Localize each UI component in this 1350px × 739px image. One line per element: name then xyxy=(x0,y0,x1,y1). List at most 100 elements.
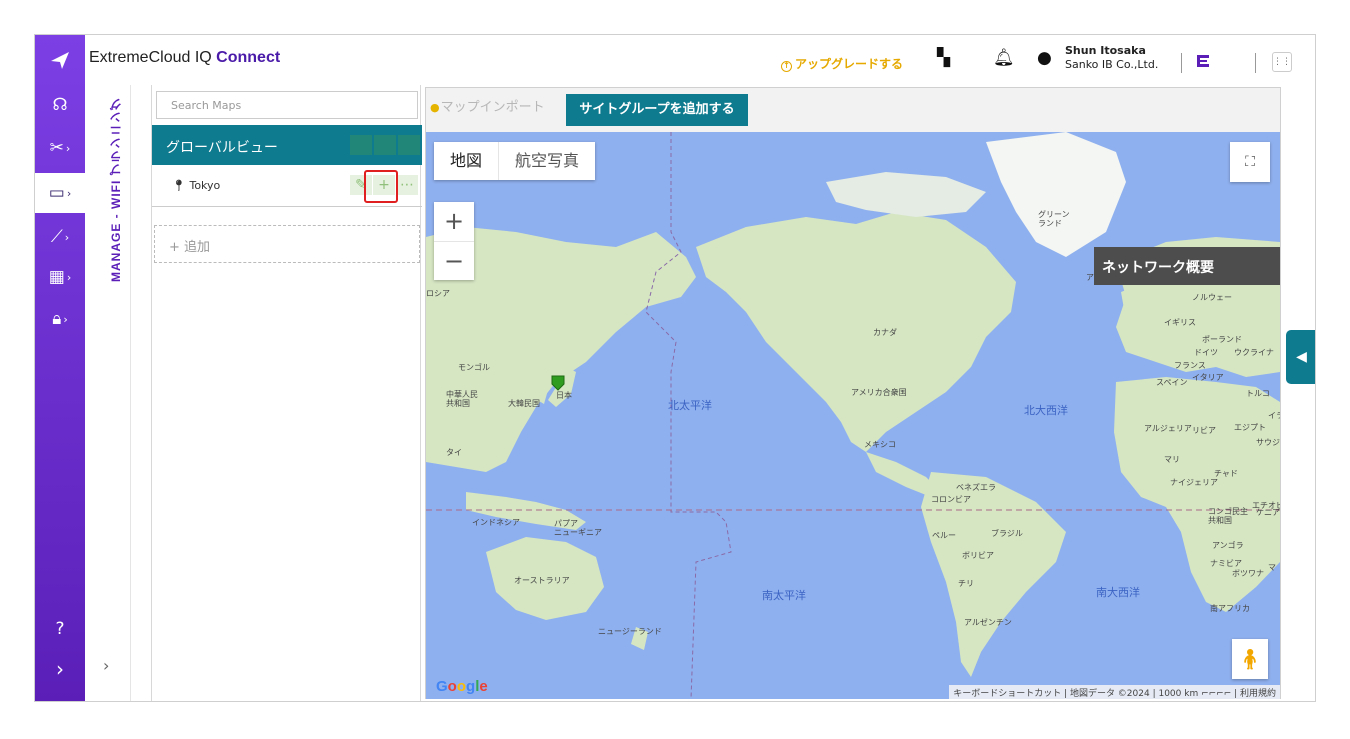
chevron-right-icon: › xyxy=(63,312,68,326)
map-label: ア xyxy=(1086,273,1094,282)
pin-icon: 📍︎ xyxy=(172,179,186,192)
map-label: ウクライナ xyxy=(1234,348,1274,357)
edit-icon[interactable] xyxy=(350,135,372,155)
side-panel-toggle[interactable]: ◀ xyxy=(1286,330,1315,384)
map-label: フランス xyxy=(1174,361,1206,370)
map-land-layer xyxy=(426,132,1280,699)
user-name: Shun Itosaka xyxy=(1065,44,1146,57)
map-label: ベネズエラ xyxy=(956,483,996,492)
map-list-panel: Search Maps グローバルビュー 📍︎ Tokyo ✎ + ⋯ + 追加 xyxy=(151,85,422,701)
map-label: ボツワナ xyxy=(1232,569,1264,578)
divider xyxy=(1181,53,1182,73)
google-logo: Google xyxy=(436,678,488,695)
expand-nav-button[interactable]: › xyxy=(35,649,85,689)
add-label: 追加 xyxy=(184,240,211,255)
chevron-right-icon: › xyxy=(66,270,72,284)
app-frame: ☊ ✂ › ▭ › ⟋ › ▦ › 🔒︎ › ? › ExtremeCloud IQ Co… xyxy=(34,34,1316,702)
map-panel: ●マップインポート サイトグループを追加する 北太平洋 北大西洋 南太平洋 南大… xyxy=(425,87,1281,699)
map-label: オーストラリア xyxy=(514,576,570,585)
map-import-button[interactable]: ●マップインポート xyxy=(430,96,545,115)
map-label: 大韓民国 xyxy=(508,399,540,408)
map-label: コンゴ民主 共和国 xyxy=(1208,507,1248,525)
map-label: トルコ xyxy=(1246,389,1270,398)
chevron-right-icon[interactable]: › xyxy=(103,656,109,675)
upgrade-link[interactable]: ↑ アップグレードする xyxy=(781,55,903,72)
plus-icon: + xyxy=(169,240,180,255)
map-label: サウジ xyxy=(1256,438,1280,447)
map-label: イラ xyxy=(1268,411,1280,420)
chevron-right-icon: › xyxy=(64,230,70,244)
left-nav: ☊ ✂ › ▭ › ⟋ › ▦ › 🔒︎ › ? › xyxy=(35,35,85,701)
more-icon[interactable] xyxy=(398,135,420,155)
map-label: ナイジェリア xyxy=(1170,478,1218,487)
extreme-e-icon[interactable] xyxy=(1195,53,1211,69)
fullscreen-icon[interactable]: ⛶ xyxy=(1230,142,1270,182)
nav-analytics[interactable]: ⟋ › xyxy=(35,217,85,257)
app-grid-icon[interactable]: ⋮⋮ xyxy=(1272,52,1292,72)
user-info[interactable]: Shun Itosaka Sanko IB Co.,Ltd. xyxy=(1065,44,1158,72)
analytics-icon: ⟋ xyxy=(50,227,63,247)
map-label: アメリカ合衆国 xyxy=(851,388,907,397)
map-label: ポーランド xyxy=(1202,335,1242,344)
map-label: アルゼンチン xyxy=(964,618,1012,627)
world-map[interactable]: 北太平洋 北大西洋 南太平洋 南大西洋 カナダ アメリカ合衆国 メキシコ グリー… xyxy=(426,132,1280,699)
dashboard-icon[interactable]: ▚ xyxy=(937,48,950,68)
nav-monitor[interactable]: ☊ xyxy=(35,85,85,125)
global-view-item[interactable]: グローバルビュー xyxy=(152,125,422,165)
map-label: ケニア xyxy=(1256,508,1280,517)
upgrade-icon: ↑ xyxy=(781,61,792,72)
map-label: 中華人民 共和国 xyxy=(446,390,478,408)
map-type-map[interactable]: 地図 xyxy=(434,142,498,180)
add-icon[interactable] xyxy=(374,135,396,155)
add-site-group-button[interactable]: サイトグループを追加する xyxy=(566,94,748,126)
section-column: MANAGE - WIFI プランニング › xyxy=(85,85,131,701)
map-label: マリ xyxy=(1164,455,1180,464)
chevron-left-icon: ◀ xyxy=(1296,349,1307,365)
nav-apps[interactable]: ▦ › xyxy=(35,257,85,297)
global-view-label: グローバルビュー xyxy=(166,140,278,156)
devices-icon: ▭ xyxy=(48,183,65,203)
top-bar: ExtremeCloud IQ Connect ↑ アップグレードする ▚ 🔔︎ … xyxy=(85,35,1315,85)
map-type-satellite[interactable]: 航空写真 xyxy=(498,142,595,180)
zoom-in-button[interactable]: + xyxy=(434,202,474,241)
help-button[interactable]: ? xyxy=(35,609,85,649)
map-label: 北太平洋 xyxy=(668,399,712,412)
tools-icon: ✂ xyxy=(49,138,64,158)
map-toolbar: ●マップインポート サイトグループを追加する xyxy=(426,88,1280,132)
network-summary-panel[interactable]: ネットワーク概要 xyxy=(1094,247,1280,285)
map-label: コロンビア xyxy=(931,495,971,504)
location-label: Tokyo xyxy=(189,179,221,192)
map-label: マ xyxy=(1268,563,1276,572)
bell-icon[interactable]: 🔔︎ xyxy=(993,48,1015,68)
search-input[interactable]: Search Maps xyxy=(156,91,418,119)
map-attribution[interactable]: キーボードショートカット | 地図データ ©2024 | 1000 km ⌐⌐⌐… xyxy=(949,685,1280,699)
extreme-logo-icon[interactable] xyxy=(35,35,85,85)
map-label: アルジェリア xyxy=(1144,424,1192,433)
more-icon[interactable]: ⋯ xyxy=(396,175,418,195)
map-label: 南太平洋 xyxy=(762,589,806,602)
apps-icon: ▦ xyxy=(48,267,65,287)
map-label: ノルウェー xyxy=(1192,293,1232,302)
add-row-button[interactable]: + 追加 xyxy=(154,225,420,263)
map-label: チリ xyxy=(958,579,974,588)
zoom-out-button[interactable]: − xyxy=(434,241,474,280)
map-label: インドネシア xyxy=(472,518,520,527)
map-label: メキシコ xyxy=(864,440,896,449)
section-title: MANAGE - WIFI プランニング xyxy=(109,97,123,282)
pegman-icon[interactable]: 🧍︎ xyxy=(1232,639,1268,679)
map-label: ロシア xyxy=(426,289,450,298)
nav-manage[interactable]: ▭ › xyxy=(35,173,85,213)
map-label: 南大西洋 xyxy=(1096,586,1140,599)
headset-icon: ☊ xyxy=(52,95,68,115)
divider xyxy=(1255,53,1256,73)
map-label: エジプト xyxy=(1234,423,1266,432)
map-label: 北大西洋 xyxy=(1024,404,1068,417)
highlight-box xyxy=(364,170,398,203)
map-type-control: 地図 航空写真 xyxy=(434,142,596,180)
user-avatar-icon[interactable]: ● xyxy=(1037,48,1052,68)
map-label: 南アフリカ xyxy=(1210,604,1250,613)
nav-configure[interactable]: ✂ › xyxy=(35,128,85,168)
chevron-right-icon: › xyxy=(66,186,72,200)
map-label: カナダ xyxy=(873,328,897,337)
nav-security[interactable]: 🔒︎ › xyxy=(35,299,85,339)
